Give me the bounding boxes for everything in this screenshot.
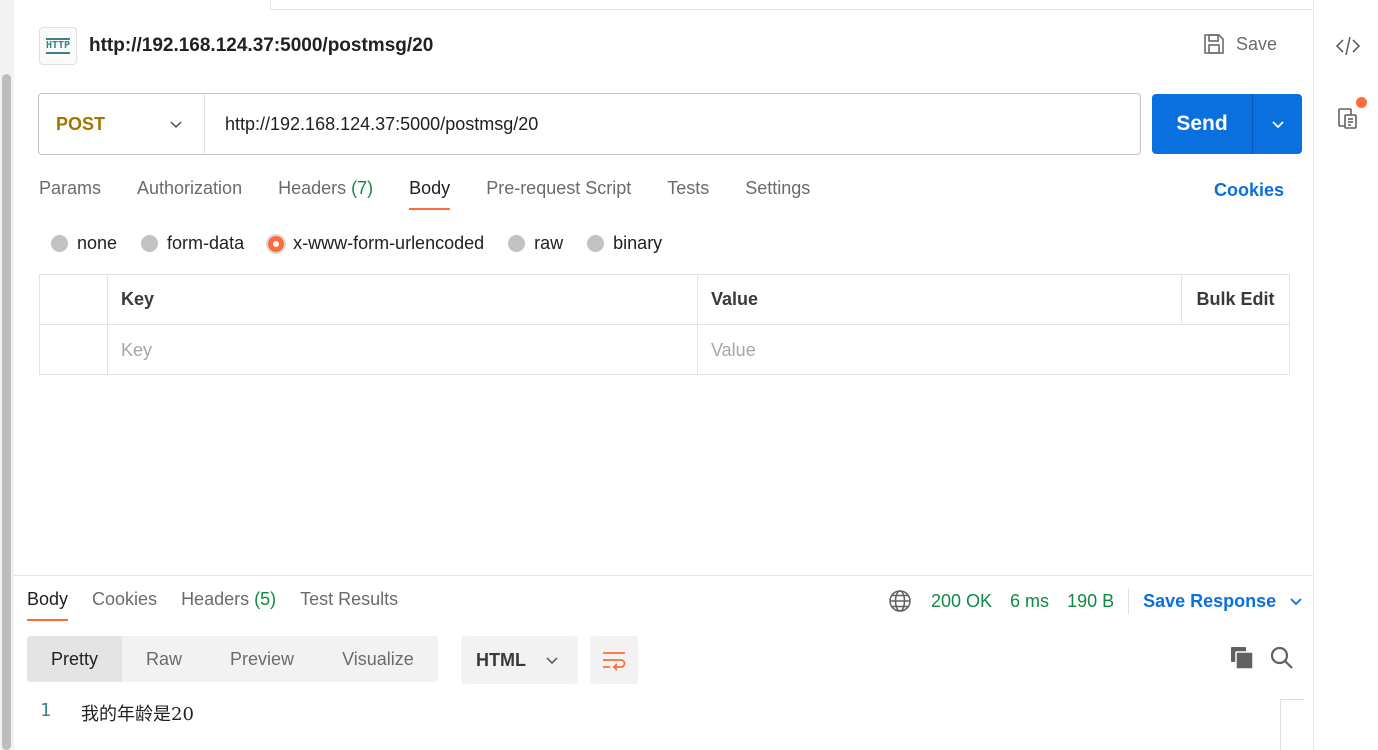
- code-text: 我的年龄是20: [81, 704, 194, 725]
- body-mode-radios: none form-data x-www-form-urlencoded raw…: [51, 233, 686, 254]
- radio-raw[interactable]: raw: [508, 233, 563, 254]
- response-tabs: Body Cookies Headers (5) Test Results: [27, 589, 422, 621]
- tab-tests[interactable]: Tests: [667, 178, 709, 210]
- checkbox-column-header: [40, 275, 108, 324]
- tab-headers[interactable]: Headers (7): [278, 178, 373, 210]
- response-view-group: Pretty Raw Preview Visualize: [27, 636, 438, 682]
- response-tab-headers[interactable]: Headers (5): [181, 589, 276, 621]
- code-icon[interactable]: [1334, 32, 1362, 60]
- send-options-button[interactable]: [1253, 94, 1302, 154]
- radio-label: x-www-form-urlencoded: [293, 233, 485, 253]
- view-visualize[interactable]: Visualize: [318, 636, 438, 682]
- radio-dot-selected: [268, 235, 285, 252]
- radio-label: form-data: [167, 233, 245, 253]
- radio-dot: [508, 235, 526, 252]
- value-input[interactable]: Value: [698, 325, 1182, 375]
- radio-label: none: [77, 233, 118, 253]
- send-button-group: Send: [1152, 94, 1302, 154]
- save-response-label: Save Response: [1143, 590, 1277, 611]
- tab-bar-edge: [270, 0, 1313, 10]
- tab-headers-label: Headers: [278, 178, 347, 198]
- chevron-down-icon: [1290, 598, 1302, 606]
- tab-params[interactable]: Params: [39, 178, 101, 210]
- key-input[interactable]: Key: [108, 325, 698, 375]
- request-tabs: Params Authorization Headers (7) Body Pr…: [39, 178, 846, 210]
- globe-icon[interactable]: [888, 589, 912, 613]
- search-icon[interactable]: [1269, 645, 1295, 671]
- save-response-button[interactable]: Save Response: [1143, 591, 1304, 612]
- tab-prerequest-script[interactable]: Pre-request Script: [486, 178, 631, 210]
- response-tab-headers-count: (5): [254, 589, 277, 609]
- chevron-down-icon: [1271, 121, 1284, 129]
- left-scrollbar[interactable]: [0, 0, 14, 750]
- radio-dot: [51, 235, 68, 252]
- response-meta: 200 OK 6 ms 190 B Save Response: [888, 588, 1304, 614]
- right-sidebar: [1313, 0, 1378, 750]
- view-preview[interactable]: Preview: [206, 636, 318, 682]
- key-column-header: Key: [108, 275, 698, 324]
- response-size[interactable]: 190 B: [1067, 591, 1114, 612]
- wrap-lines-button[interactable]: [590, 636, 638, 684]
- http-request-icon: HTTP: [39, 27, 77, 65]
- radio-urlencoded[interactable]: x-www-form-urlencoded: [268, 233, 484, 254]
- save-icon: [1204, 34, 1224, 54]
- response-pane-divider[interactable]: [14, 575, 1313, 576]
- method-select[interactable]: POST: [39, 94, 205, 154]
- response-tab-headers-label: Headers: [181, 589, 250, 609]
- response-time[interactable]: 6 ms: [1010, 591, 1049, 612]
- tab-authorization[interactable]: Authorization: [137, 178, 242, 210]
- radio-binary[interactable]: binary: [587, 233, 662, 254]
- table-row: Key Value: [40, 325, 1289, 375]
- request-title[interactable]: http://192.168.124.37:5000/postmsg/20: [89, 35, 433, 57]
- tab-body[interactable]: Body: [409, 178, 451, 210]
- documentation-icon[interactable]: [1334, 104, 1362, 132]
- copy-icon[interactable]: [1229, 645, 1255, 671]
- line-number: 1: [40, 700, 51, 721]
- method-label: POST: [56, 113, 106, 134]
- radio-label: binary: [613, 233, 663, 253]
- save-label: Save: [1236, 33, 1278, 54]
- response-tab-cookies[interactable]: Cookies: [92, 589, 157, 621]
- response-tab-body[interactable]: Body: [27, 589, 69, 621]
- radio-dot: [587, 235, 605, 252]
- response-scrollbar[interactable]: [1280, 699, 1304, 750]
- response-tab-test-results[interactable]: Test Results: [300, 589, 398, 621]
- radio-label: raw: [534, 233, 564, 253]
- left-scrollbar-thumb[interactable]: [2, 74, 11, 750]
- view-pretty[interactable]: Pretty: [27, 636, 123, 682]
- cookies-link[interactable]: Cookies: [1214, 180, 1284, 201]
- radio-dot: [141, 235, 159, 252]
- chevron-down-icon: [170, 121, 182, 129]
- tab-headers-count: (7): [351, 178, 374, 198]
- url-input[interactable]: [205, 113, 1105, 135]
- format-select[interactable]: HTML: [461, 636, 578, 684]
- value-column-header: Value: [698, 275, 1182, 324]
- meta-divider: [1128, 588, 1130, 614]
- status-code[interactable]: 200 OK: [931, 591, 992, 612]
- form-params-table: Key Value Bulk Edit Key Value: [39, 274, 1290, 375]
- send-button[interactable]: Send: [1152, 94, 1253, 154]
- url-bar: POST: [38, 93, 1141, 155]
- radio-none[interactable]: none: [51, 233, 117, 254]
- tab-settings[interactable]: Settings: [745, 178, 810, 210]
- response-tools: [1229, 645, 1295, 671]
- http-badge-text: HTTP: [45, 38, 71, 54]
- bulk-edit-button[interactable]: Bulk Edit: [1182, 275, 1289, 324]
- format-label: HTML: [476, 649, 526, 670]
- radio-form-data[interactable]: form-data: [141, 233, 244, 254]
- wrap-lines-icon: [603, 652, 626, 671]
- chevron-down-icon: [546, 657, 558, 665]
- table-header-row: Key Value Bulk Edit: [40, 275, 1289, 325]
- response-code-line: 1 我的年龄是20: [27, 700, 194, 726]
- row-checkbox-cell: [40, 325, 108, 375]
- save-button[interactable]: Save: [1202, 32, 1277, 56]
- view-raw[interactable]: Raw: [122, 636, 206, 682]
- notification-dot: [1356, 97, 1367, 108]
